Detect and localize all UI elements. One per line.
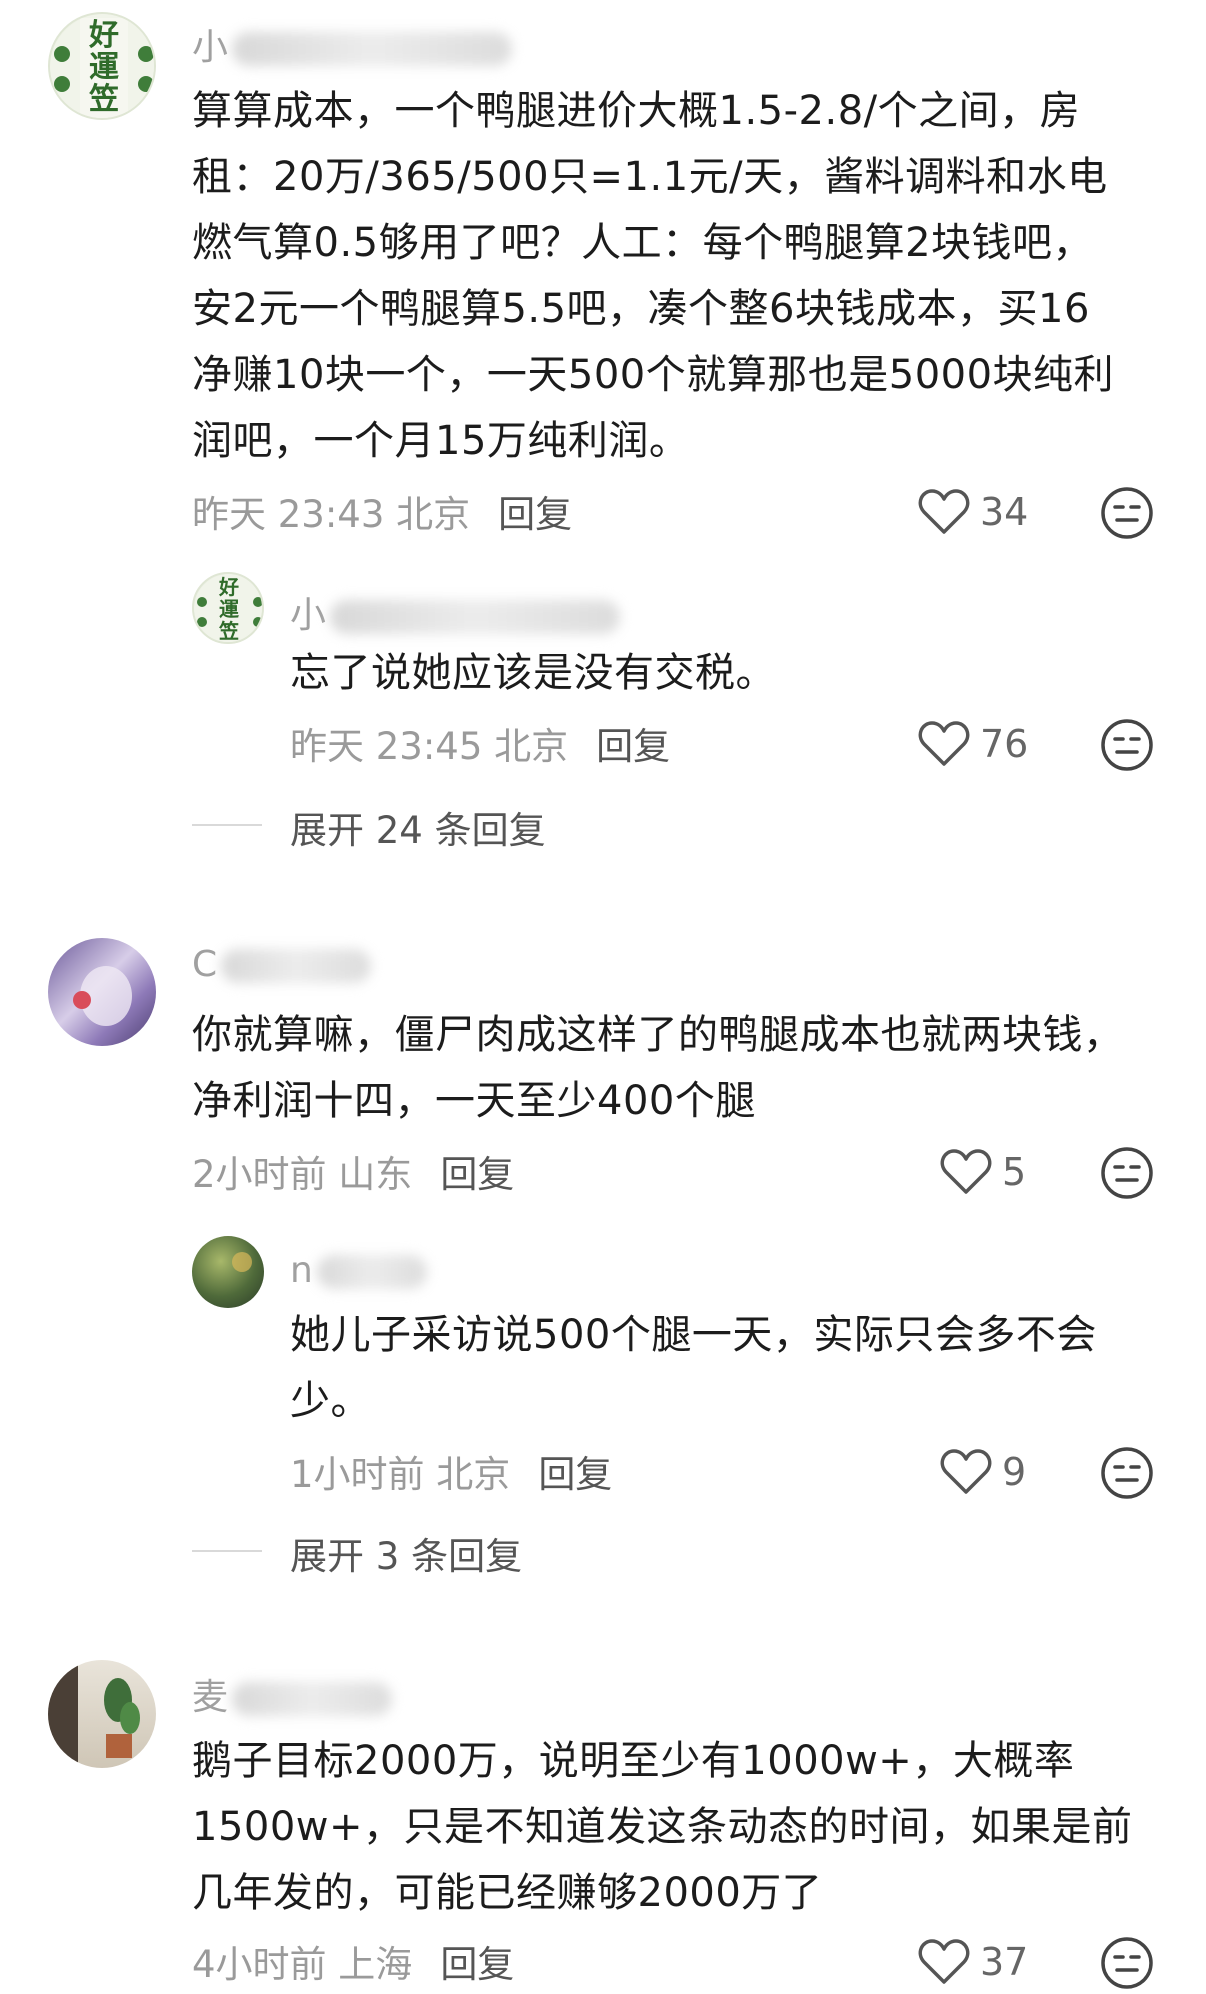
- emoji-button[interactable]: [1100, 486, 1154, 544]
- avatar[interactable]: [48, 938, 156, 1046]
- username[interactable]: 麦: [192, 1668, 393, 1720]
- blurred-username: [330, 600, 621, 634]
- like-button[interactable]: 34: [918, 484, 1028, 540]
- avatar-text: 好運笠: [89, 18, 119, 117]
- reply-avatar[interactable]: 好運笠: [192, 572, 264, 644]
- like-count: 5: [1002, 1150, 1027, 1194]
- emoji-button[interactable]: [1100, 718, 1154, 776]
- comment-text: 算算成本，一个鸭腿进价大概1.5-2.8/个之间，房 租：20万/365/500…: [192, 88, 1115, 464]
- comment-meta: 4小时前 上海 回复: [192, 1934, 514, 1988]
- avatar[interactable]: [48, 1660, 156, 1768]
- reply-button[interactable]: 回复: [596, 725, 670, 768]
- expand-replies-button[interactable]: 展开 24 条回复: [290, 800, 546, 854]
- neutral-face-icon: [1101, 1147, 1153, 1199]
- like-button[interactable]: 76: [918, 716, 1028, 772]
- like-button[interactable]: 9: [940, 1444, 1026, 1500]
- username[interactable]: 小: [192, 18, 513, 70]
- heart-outline-icon: [918, 1939, 970, 1984]
- blurred-username: [316, 1255, 427, 1289]
- emoji-button[interactable]: [1100, 1446, 1154, 1504]
- comment-text: 忘了说她应该是没有交税。: [290, 650, 776, 696]
- heart-outline-icon: [918, 721, 970, 766]
- reply-button[interactable]: 回复: [440, 1943, 514, 1986]
- heart-outline-icon: [918, 489, 970, 534]
- heart-outline-icon: [940, 1449, 992, 1494]
- like-count: 76: [980, 722, 1029, 766]
- like-count: 34: [980, 490, 1029, 534]
- comment-meta: 1小时前 北京 回复: [290, 1444, 612, 1498]
- emoji-button[interactable]: [1100, 1936, 1154, 1994]
- like-button[interactable]: 37: [918, 1934, 1028, 1990]
- divider: [192, 1550, 262, 1552]
- timestamp-location: 2小时前 山东: [192, 1153, 413, 1196]
- anime-avatar-icon: [73, 966, 132, 1026]
- timestamp-location: 4小时前 上海: [192, 1943, 413, 1986]
- reply-button[interactable]: 回复: [538, 1453, 612, 1496]
- reply-button[interactable]: 回复: [498, 493, 572, 536]
- heart-outline-icon: [940, 1149, 992, 1194]
- neutral-face-icon: [1101, 719, 1153, 771]
- comment-meta: 昨天 23:45 北京 回复: [290, 716, 670, 770]
- comment-text: 你就算嘛，僵尸肉成这样了的鸭腿成本也就两块钱， 净利润十四，一天至少400个腿: [192, 1012, 1124, 1124]
- username[interactable]: n: [290, 1250, 427, 1291]
- emoji-button[interactable]: [1100, 1146, 1154, 1204]
- blurred-username: [232, 1682, 393, 1716]
- blurred-username: [221, 949, 372, 983]
- like-count: 37: [980, 1940, 1029, 1984]
- timestamp-location: 1小时前 北京: [290, 1453, 511, 1496]
- username[interactable]: 小: [290, 586, 621, 638]
- comment-text: 她儿子采访说500个腿一天，实际只会多不会 少。: [290, 1312, 1097, 1424]
- neutral-face-icon: [1101, 487, 1153, 539]
- reply-avatar[interactable]: [192, 1236, 264, 1308]
- comment-meta: 昨天 23:43 北京 回复: [192, 484, 572, 538]
- neutral-face-icon: [1101, 1937, 1153, 1989]
- like-button[interactable]: 5: [940, 1144, 1026, 1200]
- reply-button[interactable]: 回复: [440, 1153, 514, 1196]
- blurred-username: [232, 32, 513, 66]
- comment-text: 鹅子目标2000万，说明至少有1000w+，大概率 1500w+，只是不知道发这…: [192, 1738, 1133, 1916]
- avatar[interactable]: 好運笠: [48, 12, 156, 120]
- like-count: 9: [1002, 1450, 1027, 1494]
- neutral-face-icon: [1101, 1447, 1153, 1499]
- timestamp-location: 昨天 23:45 北京: [290, 725, 569, 768]
- expand-replies-button[interactable]: 展开 3 条回复: [290, 1526, 522, 1580]
- username[interactable]: C: [192, 944, 372, 985]
- comment-meta: 2小时前 山东 回复: [192, 1144, 514, 1198]
- plant-photo-avatar-icon: [48, 1660, 140, 1768]
- divider: [192, 824, 262, 826]
- tree-photo-avatar-icon: [232, 1252, 252, 1272]
- avatar-text: 好運笠: [219, 575, 239, 643]
- timestamp-location: 昨天 23:43 北京: [192, 493, 471, 536]
